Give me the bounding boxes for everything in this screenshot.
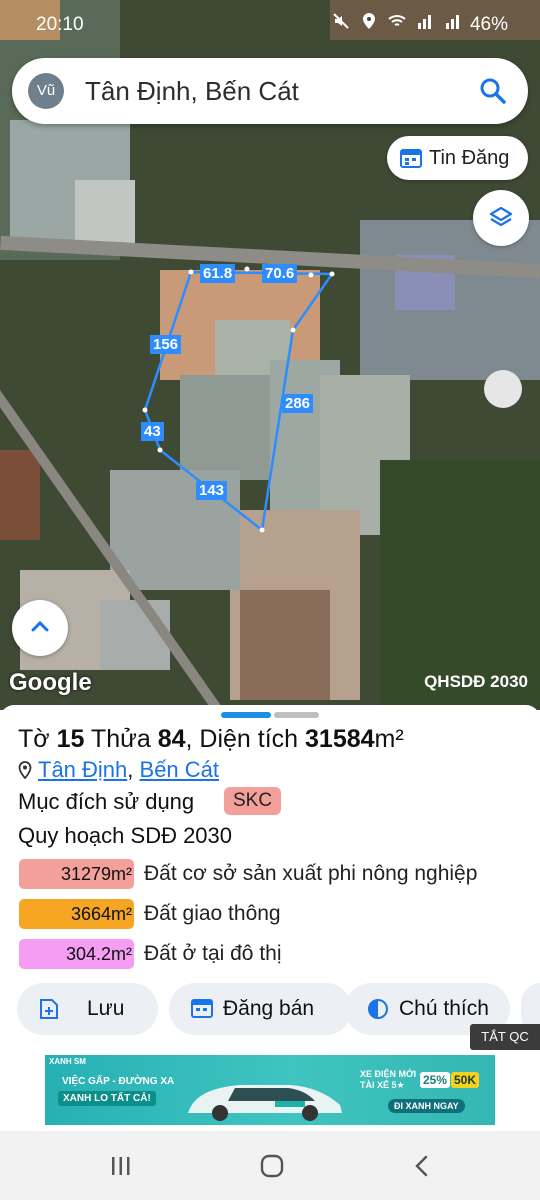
mute-icon: [333, 13, 349, 29]
signal-icon: [418, 15, 431, 29]
car-image: [188, 1085, 342, 1121]
area-chip: 31279m²: [19, 859, 134, 889]
legend-icon: [368, 999, 388, 1019]
ad-discount-amount: 50K: [451, 1072, 480, 1088]
system-nav-bar: [0, 1131, 540, 1200]
location-icon: [363, 13, 375, 29]
ad-area: XANH SM VIỆC GẤP - ĐƯỜNG XA XANH LO TẤT …: [0, 1047, 540, 1131]
avatar[interactable]: Vũ: [28, 73, 64, 109]
expand-up-button[interactable]: [12, 600, 68, 656]
parcel-title: Tờ 15 Thửa 84, Diện tích 31584m²: [18, 725, 404, 753]
ward-link[interactable]: Tân Định: [38, 757, 127, 782]
back-icon[interactable]: [413, 1155, 431, 1177]
tin-dang-button[interactable]: Tin Đăng: [387, 136, 528, 180]
google-logo: Google: [9, 669, 92, 696]
ad-banner[interactable]: XANH SM VIỆC GẤP - ĐƯỜNG XA XANH LO TẤT …: [45, 1055, 495, 1125]
home-icon[interactable]: [260, 1154, 284, 1178]
edge-label: 61.8: [200, 264, 236, 283]
calendar-icon: [400, 149, 422, 168]
wifi-icon: [388, 15, 406, 26]
ad-promo-title: XE ĐIỆN MỚI TÀI XẾ 5★: [360, 1069, 417, 1090]
parcel-info-sheet: Tờ 15 Thửa 84, Diện tích 31584m² Tân Địn…: [0, 705, 540, 1045]
land-type-label: Đất cơ sở sản xuất phi nông nghiệp: [144, 862, 478, 885]
land-type-label: Đất ở tại đô thị: [144, 942, 282, 965]
edge-label: 156: [150, 335, 182, 354]
edge-label: 286: [282, 394, 314, 413]
calendar-icon: [191, 999, 213, 1018]
tin-dang-label: Tin Đăng: [429, 147, 510, 169]
layers-button[interactable]: [473, 190, 529, 246]
plan-row: 304.2m² Đất ở tại đô thị: [19, 939, 519, 971]
area-chip: 304.2m²: [19, 939, 134, 969]
plan-title: Quy hoạch SDĐ 2030: [18, 823, 233, 848]
location-line: Tân Định, Bến Cát: [18, 757, 219, 783]
save-button[interactable]: Lưu: [17, 983, 158, 1035]
ad-cta-button[interactable]: ĐI XANH NGAY: [388, 1099, 465, 1113]
edge-label: 143: [196, 481, 228, 500]
search-bar[interactable]: Vũ Tân Định, Bến Cát: [12, 58, 528, 124]
save-add-icon: [40, 999, 58, 1019]
post-sale-button[interactable]: Đăng bán: [169, 983, 352, 1035]
purpose-label: Mục đích sử dụng: [18, 789, 195, 814]
area-chip: 3664m²: [19, 899, 134, 929]
search-input[interactable]: Tân Định, Bến Cát: [85, 76, 299, 107]
recent-apps-icon[interactable]: [110, 1155, 132, 1177]
search-icon[interactable]: [478, 76, 508, 106]
ad-brand: XANH SM: [49, 1057, 86, 1066]
layers-icon: [489, 206, 513, 227]
land-type-label: Đất giao thông: [144, 902, 281, 925]
plan-layer-label: QHSDĐ 2030: [424, 672, 528, 691]
ad-discount-pct: 25%: [420, 1072, 451, 1088]
status-bar: 20:10 46%: [0, 0, 540, 52]
clock: 20:10: [36, 14, 84, 35]
ad-headline: VIỆC GẤP - ĐƯỜNG XA: [62, 1076, 175, 1087]
plan-row: 31279m² Đất cơ sở sản xuất phi nông nghi…: [19, 859, 519, 891]
sheet-handle[interactable]: [274, 712, 319, 718]
sheet-handle[interactable]: [221, 712, 271, 718]
close-ad-button[interactable]: TẮT QC: [470, 1024, 540, 1050]
location-pin-icon: [18, 761, 32, 779]
plan-row: 3664m² Đất giao thông: [19, 899, 519, 931]
purpose-code-badge: SKC: [224, 787, 282, 815]
ad-tagline: XANH LO TẤT CẢ!: [58, 1091, 156, 1106]
floating-button[interactable]: [484, 370, 522, 408]
map-view[interactable]: 61.8 70.6 156 286 43 143 20:10 46% Vũ Tâ…: [0, 0, 540, 710]
chevron-up-icon: [31, 620, 49, 632]
edge-label: 70.6: [262, 264, 298, 283]
edge-label: 43: [141, 422, 164, 441]
battery-level: 46%: [469, 14, 508, 35]
town-link[interactable]: Bến Cát: [140, 757, 220, 782]
signal-icon: [446, 15, 459, 29]
